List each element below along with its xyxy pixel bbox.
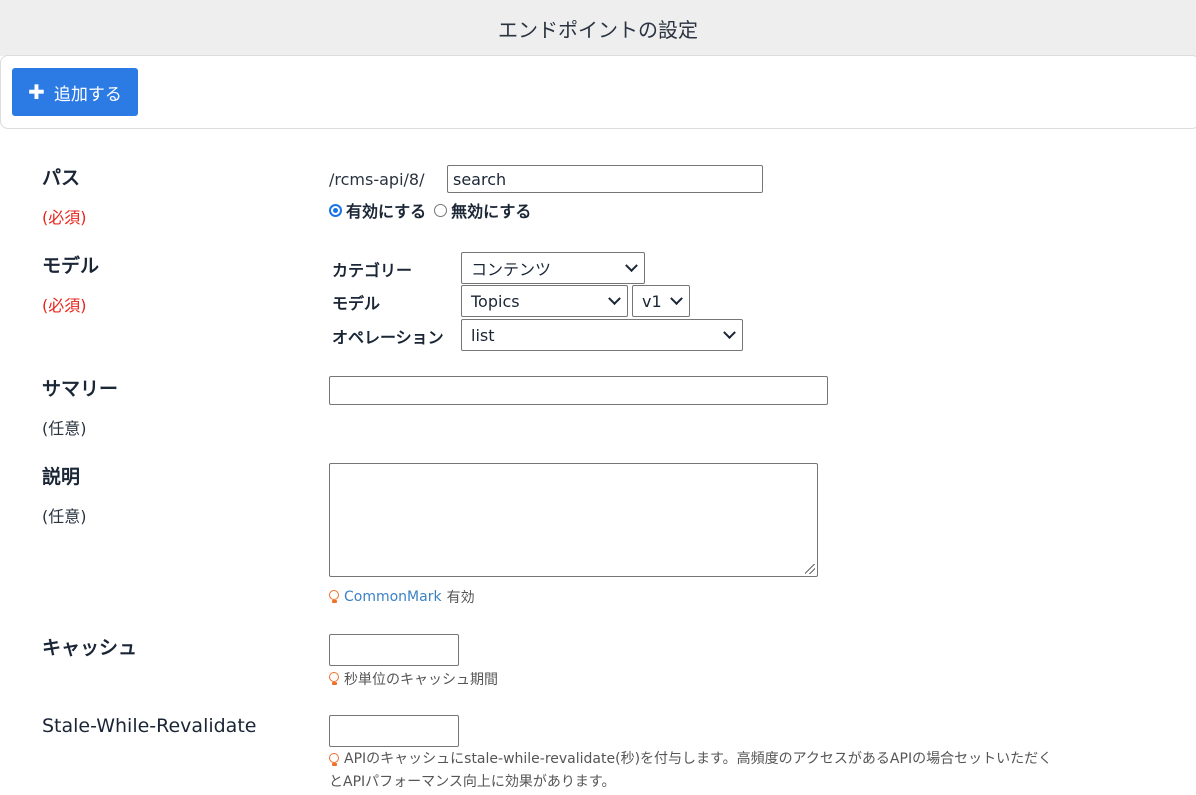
model-required: (必須) <box>42 296 87 315</box>
enable-radio-label[interactable]: 有効にする <box>346 198 426 222</box>
resize-handle[interactable] <box>805 564 815 574</box>
path-label-group: パス (必須) <box>42 163 87 228</box>
toolbar: ✚ 追加する <box>0 55 1196 129</box>
summary-input[interactable] <box>329 376 828 405</box>
operation-select[interactable]: list <box>461 319 743 351</box>
cache-hint-text: 秒単位のキャッシュ期間 <box>344 672 498 688</box>
description-label: 説明 <box>42 466 81 488</box>
chevron-down-icon <box>670 291 683 305</box>
operation-label: オペレーション <box>332 328 444 347</box>
path-status-radio-group: 有効にする 無効にする <box>329 198 531 222</box>
add-button[interactable]: ✚ 追加する <box>12 68 138 116</box>
description-textarea[interactable] <box>329 463 818 577</box>
description-label-group: 説明 (任意) <box>42 462 87 527</box>
swr-input[interactable] <box>329 715 459 747</box>
category-select[interactable]: コンテンツ <box>461 252 645 284</box>
summary-optional: (任意) <box>42 419 87 438</box>
model-sub-label: モデル <box>332 294 381 313</box>
version-select-value: v1 <box>642 291 662 311</box>
category-select-value: コンテンツ <box>471 260 552 279</box>
cache-input[interactable] <box>329 634 459 666</box>
model-select[interactable]: Topics <box>461 285 628 317</box>
summary-label: サマリー <box>42 378 119 400</box>
description-hint: CommonMark 有効 <box>329 587 475 607</box>
summary-label-group: サマリー (任意) <box>42 374 118 439</box>
chevron-down-icon <box>625 258 638 272</box>
cache-hint: 秒単位のキャッシュ期間 <box>329 669 498 689</box>
version-select[interactable]: v1 <box>632 285 690 317</box>
model-label: モデル <box>42 255 100 277</box>
swr-hint-line1: APIのキャッシュにstale-while-revalidate(秒)を付与しま… <box>344 751 1053 767</box>
path-input[interactable] <box>447 165 763 193</box>
chevron-down-icon <box>723 325 736 339</box>
disable-radio[interactable] <box>434 203 448 217</box>
description-hint-text: 有効 <box>446 590 475 606</box>
enable-radio[interactable] <box>329 203 342 217</box>
operation-select-value: list <box>471 325 495 345</box>
lightbulb-icon <box>329 672 339 686</box>
page-header: エンドポイントの設定 <box>0 0 1196 56</box>
chevron-down-icon <box>608 291 621 305</box>
swr-label-group: Stale-While-Revalidate <box>42 715 256 737</box>
add-button-label: 追加する <box>53 84 122 105</box>
model-label-group: モデル (必須) <box>42 251 99 316</box>
cache-label: キャッシュ <box>42 637 138 659</box>
swr-hint-line2: とAPIパフォーマンス向上に効果があります。 <box>329 774 616 790</box>
lightbulb-icon <box>329 752 339 767</box>
lightbulb-icon <box>329 590 339 604</box>
path-prefix: /rcms-api/8/ <box>329 170 425 189</box>
swr-label: Stale-While-Revalidate <box>42 715 257 737</box>
model-select-value: Topics <box>471 291 520 311</box>
category-label: カテゴリー <box>332 261 413 280</box>
plus-icon: ✚ <box>28 80 45 104</box>
cache-label-group: キャッシュ <box>42 633 137 660</box>
swr-hint: APIのキャッシュにstale-while-revalidate(秒)を付与しま… <box>329 748 1169 794</box>
commonmark-link[interactable]: CommonMark <box>344 589 442 605</box>
path-required: (必須) <box>42 208 87 227</box>
page-title: エンドポイントの設定 <box>498 17 698 42</box>
description-optional: (任意) <box>42 507 87 526</box>
path-label: パス <box>42 167 81 189</box>
disable-radio-label[interactable]: 無効にする <box>451 198 531 222</box>
